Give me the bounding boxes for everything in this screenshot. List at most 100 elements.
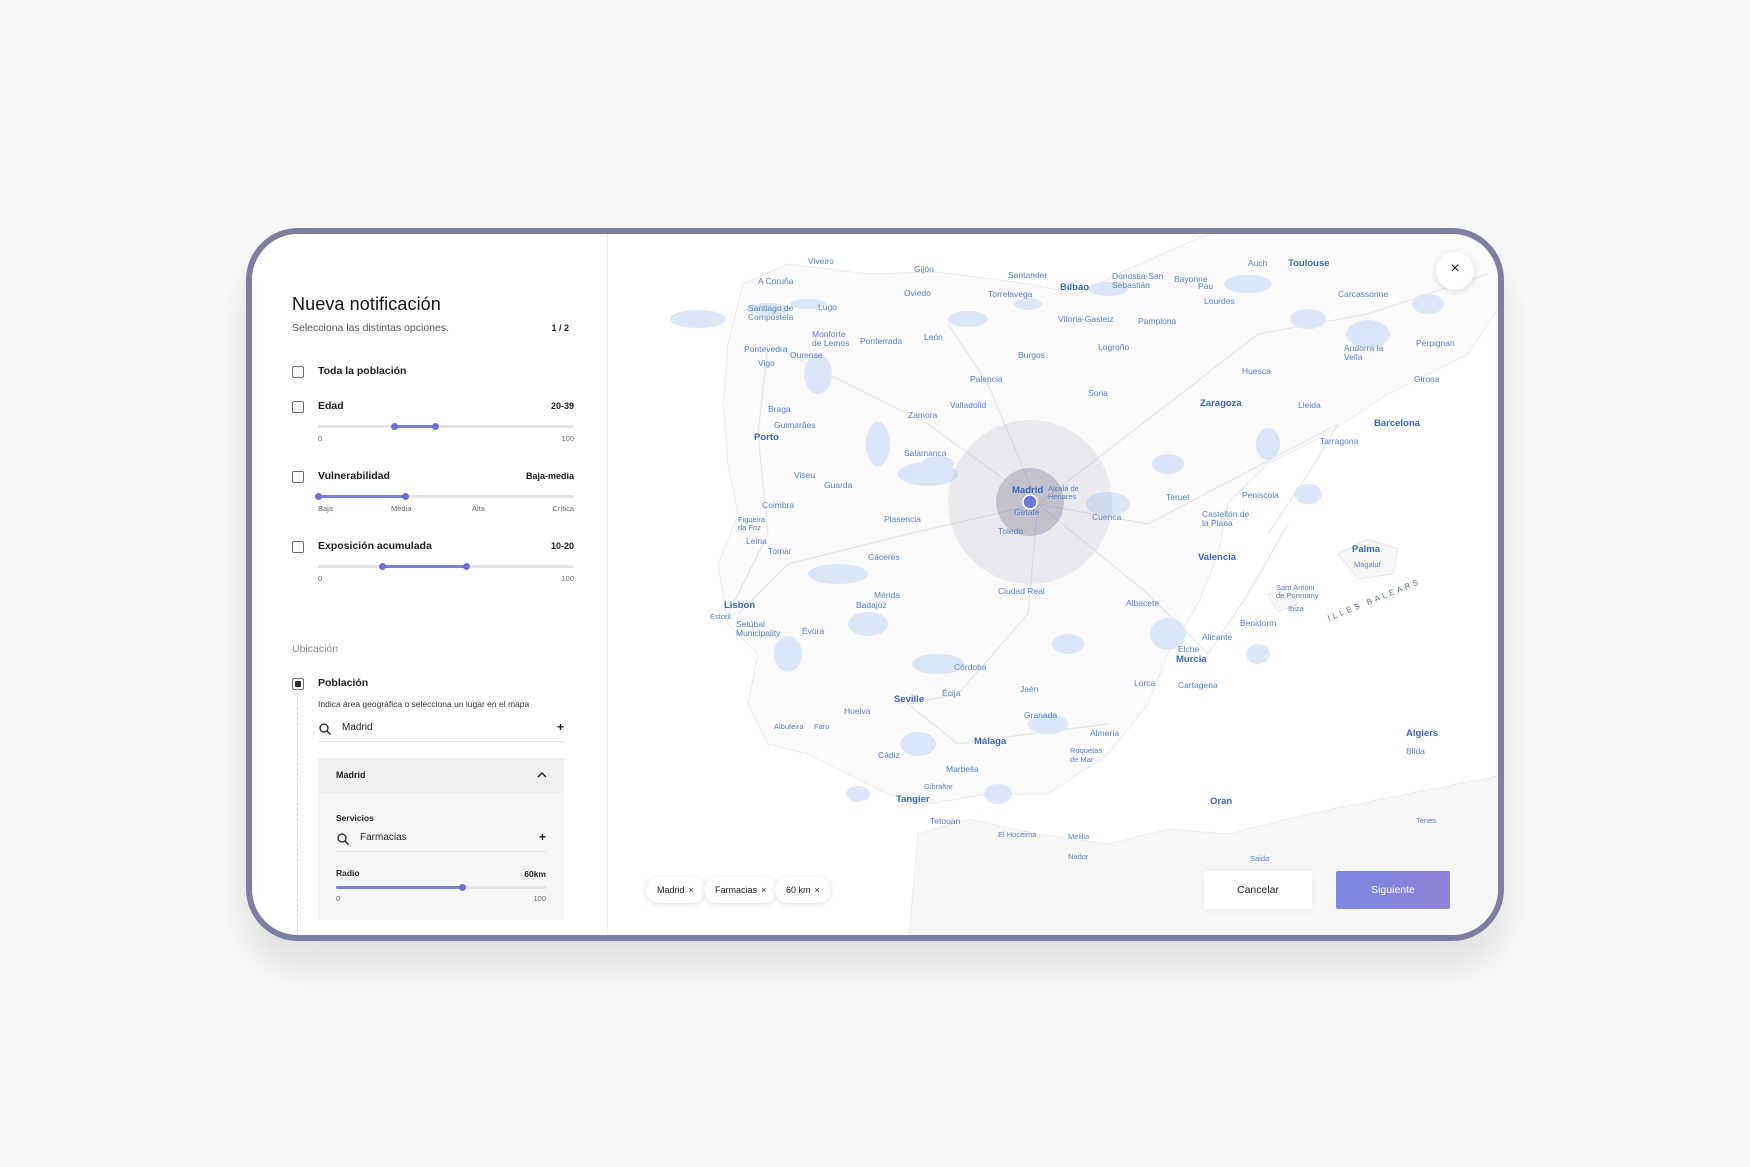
screen: Nueva notificación Selecciona las distin… bbox=[252, 234, 1498, 935]
slider-handle[interactable] bbox=[458, 884, 466, 891]
map-label: Ponferrada bbox=[860, 336, 903, 346]
map-label: Torrelavega bbox=[988, 289, 1033, 299]
checkbox-toda-poblacion[interactable] bbox=[292, 366, 304, 378]
slider-handle-min[interactable] bbox=[314, 493, 322, 500]
map-label: Murcia bbox=[1176, 654, 1207, 665]
map-label: Pontevedra bbox=[744, 344, 788, 354]
map-label: Lugo bbox=[818, 302, 837, 312]
option-value: 10-20 bbox=[550, 541, 574, 551]
map-label: Guarda bbox=[824, 480, 853, 490]
exposure-slider[interactable] bbox=[318, 563, 574, 570]
map-label: Oviedo bbox=[904, 288, 931, 298]
remove-chip-icon[interactable]: × bbox=[689, 885, 694, 895]
map-label: León bbox=[924, 332, 943, 342]
tree-connector bbox=[297, 687, 298, 935]
slider-handle-max[interactable] bbox=[401, 493, 409, 500]
slider-handle-max[interactable] bbox=[462, 563, 470, 570]
map-label: Cuenca bbox=[1092, 512, 1122, 522]
search-icon bbox=[319, 723, 331, 735]
map-label: Almería bbox=[1090, 728, 1120, 738]
map-label: Donostia-San Sebastián bbox=[1112, 271, 1164, 290]
map-label: Zaragoza bbox=[1200, 398, 1242, 409]
search-input[interactable]: Madrid bbox=[342, 722, 373, 733]
map-label: Castellón de la Plana bbox=[1202, 509, 1250, 528]
option-toda-poblacion[interactable]: Toda la población bbox=[292, 365, 574, 380]
option-poblacion[interactable]: Población bbox=[292, 677, 574, 692]
filter-chip[interactable]: Madrid × bbox=[646, 877, 705, 903]
option-exposicion: Exposición acumulada 10-20 0 100 bbox=[292, 540, 574, 583]
chevron-up-icon[interactable] bbox=[536, 769, 548, 781]
cancel-button[interactable]: Cancelar bbox=[1204, 871, 1312, 909]
map-label: Toulouse bbox=[1288, 258, 1330, 269]
map-label: Perpignan bbox=[1416, 338, 1455, 348]
accordion-header[interactable]: Madrid bbox=[318, 758, 564, 793]
checkbox-exposicion[interactable] bbox=[292, 541, 304, 553]
checkbox-edad[interactable] bbox=[292, 401, 304, 413]
map-label: Granada bbox=[1024, 710, 1058, 720]
vulnerability-slider[interactable] bbox=[314, 493, 574, 500]
location-search[interactable]: Madrid + bbox=[318, 718, 564, 742]
tick-label: Alta bbox=[472, 504, 485, 513]
map-label: Cádiz bbox=[878, 750, 900, 760]
map-label: Alcalá de Henares bbox=[1048, 484, 1079, 501]
map-label: Lisbon bbox=[724, 600, 756, 611]
next-button[interactable]: Siguiente bbox=[1336, 871, 1450, 909]
map-label: Huesca bbox=[1242, 366, 1271, 376]
map-label: Oran bbox=[1210, 796, 1233, 807]
add-location-button[interactable]: + bbox=[557, 720, 564, 734]
services-search[interactable]: Farmacias + bbox=[336, 828, 546, 852]
remove-chip-icon[interactable]: × bbox=[815, 885, 820, 895]
location-accordion: Madrid Servicios Farmacias + Radio 60km bbox=[318, 758, 564, 920]
map-canvas[interactable] bbox=[608, 234, 1498, 935]
tick-label: Crítica bbox=[552, 504, 574, 513]
map-label: Leiria bbox=[746, 536, 767, 546]
map-label: Mérida bbox=[874, 590, 900, 600]
map-label: Logroño bbox=[1098, 342, 1130, 352]
map-label: Burgos bbox=[1018, 350, 1045, 360]
close-button[interactable]: × bbox=[1436, 252, 1474, 290]
filter-chip[interactable]: 60 km × bbox=[775, 877, 831, 903]
map-label: Magaluf bbox=[1354, 560, 1381, 569]
age-range-slider[interactable] bbox=[318, 423, 574, 430]
option-label: Exposición acumulada bbox=[318, 540, 432, 552]
map-label: Soria bbox=[1088, 388, 1108, 398]
add-service-button[interactable]: + bbox=[539, 830, 546, 844]
map-label: A Coruña bbox=[758, 276, 794, 286]
map-view[interactable]: Viveiro Gijón Santander Bilbao Donostia-… bbox=[608, 234, 1498, 935]
map-label: Melilla bbox=[1068, 832, 1090, 841]
remove-chip-icon[interactable]: × bbox=[761, 885, 766, 895]
close-icon: × bbox=[1450, 260, 1460, 277]
map-label: Ciudad Real bbox=[998, 586, 1045, 596]
map-label: Toledo bbox=[998, 526, 1024, 536]
radius-slider[interactable] bbox=[336, 884, 546, 891]
map-label: Barcelona bbox=[1374, 418, 1420, 429]
services-input[interactable]: Farmacias bbox=[360, 832, 407, 843]
map-label: Viseu bbox=[794, 470, 816, 480]
map-label: Albacete bbox=[1126, 598, 1160, 608]
map-label: Elche bbox=[1178, 644, 1200, 654]
accordion-title: Madrid bbox=[336, 770, 366, 780]
map-label: Córdoba bbox=[954, 662, 987, 672]
slider-handle-min[interactable] bbox=[378, 563, 386, 570]
map-label: Tomar bbox=[768, 546, 792, 556]
map-label: Palencia bbox=[970, 374, 1003, 384]
map-label: Valladolid bbox=[950, 400, 987, 410]
tick-label: Baja bbox=[318, 504, 334, 513]
slider-fill bbox=[394, 425, 436, 428]
map-label: Tenes bbox=[1416, 816, 1437, 825]
location-hint: Indica área geográfica o selecciona un l… bbox=[318, 699, 530, 709]
option-label: Toda la población bbox=[318, 365, 407, 377]
checkbox-poblacion[interactable] bbox=[292, 678, 304, 690]
chip-label: Madrid bbox=[657, 885, 685, 895]
slider-handle-max[interactable] bbox=[432, 423, 440, 430]
radius-value: 60km bbox=[524, 869, 546, 879]
map-label: Setúbal Municipality bbox=[736, 619, 781, 638]
slider-handle-min[interactable] bbox=[391, 423, 399, 430]
option-vulnerabilidad: Vulnerabilidad Baja-media Baja Media Alt… bbox=[292, 470, 574, 513]
map-label: Porto bbox=[754, 432, 779, 443]
radius-label: Radio bbox=[336, 868, 360, 878]
filter-chip[interactable]: Farmacias × bbox=[704, 877, 778, 903]
checkbox-vulnerabilidad[interactable] bbox=[292, 471, 304, 483]
map-label: Algiers bbox=[1406, 728, 1439, 739]
notification-panel: Nueva notificación Selecciona las distin… bbox=[252, 234, 608, 935]
